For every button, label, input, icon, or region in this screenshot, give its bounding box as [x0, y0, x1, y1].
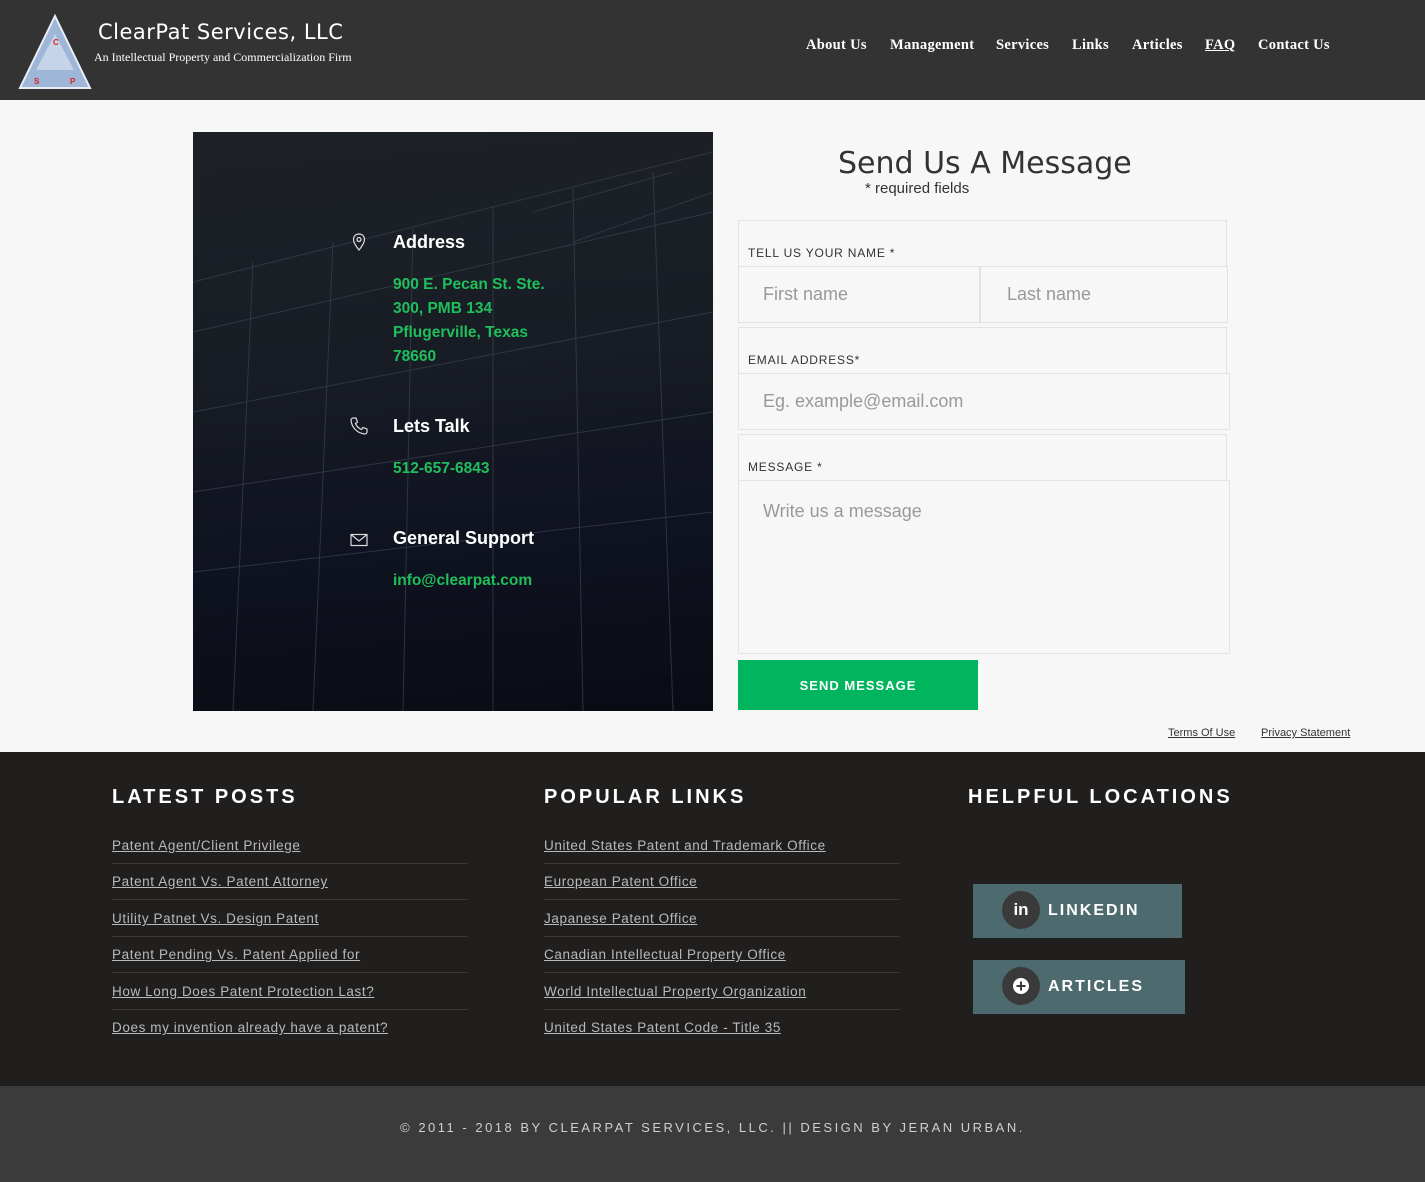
brand-tagline: An Intellectual Property and Commerciali…	[94, 50, 352, 64]
latest-post-link[interactable]: Patent Pending Vs. Patent Applied for	[112, 947, 360, 962]
divider	[544, 972, 900, 973]
helpful-locations-heading: HELPFUL LOCATIONS	[968, 786, 1233, 808]
email-label: EMAIL ADDRESS*	[748, 353, 861, 367]
address-line-4: 78660	[393, 348, 437, 365]
message-label: MESSAGE *	[748, 460, 823, 474]
address-line-3: Pflugerville, Texas	[393, 324, 528, 341]
support-email[interactable]: info@clearpat.com	[393, 569, 532, 593]
email-input[interactable]: Eg. example@email.com	[738, 373, 1230, 430]
latest-post-link[interactable]: Does my invention already have a patent?	[112, 1020, 388, 1035]
latest-posts-heading: LATEST POSTS	[112, 786, 298, 808]
logo-letter-c: C	[53, 38, 59, 47]
logo-letter-s: S	[34, 77, 40, 86]
latest-post-link[interactable]: Utility Patnet Vs. Design Patent	[112, 911, 319, 926]
popular-link[interactable]: World Intellectual Property Organization	[544, 984, 806, 999]
name-label: TELL US YOUR NAME *	[748, 246, 896, 260]
nav-articles[interactable]: Articles	[1132, 37, 1183, 55]
linkedin-icon-text: in	[1013, 900, 1029, 919]
nav-services[interactable]: Services	[996, 37, 1049, 55]
first-name-input[interactable]: First name	[738, 266, 980, 323]
privacy-statement-link[interactable]: Privacy Statement	[1261, 727, 1350, 739]
nav-about-us[interactable]: About Us	[806, 37, 867, 55]
last-name-input[interactable]: Last name	[980, 266, 1228, 323]
address-label: Address	[393, 232, 466, 252]
form-title: Send Us A Message	[838, 146, 1132, 181]
address-line-2: 300, PMB 134	[393, 300, 493, 317]
logo-letter-p: P	[70, 77, 76, 86]
envelope-icon	[350, 533, 368, 547]
popular-link[interactable]: United States Patent and Trademark Offic…	[544, 838, 826, 853]
terms-of-use-link[interactable]: Terms Of Use	[1168, 727, 1235, 739]
latest-post-link[interactable]: How Long Does Patent Protection Last?	[112, 984, 374, 999]
popular-links-heading: POPULAR LINKS	[544, 786, 747, 808]
popular-link[interactable]: Japanese Patent Office	[544, 911, 697, 926]
divider	[544, 863, 900, 864]
divider	[544, 936, 900, 937]
linkedin-button[interactable]: in LINKEDIN	[973, 884, 1182, 938]
linkedin-icon: in	[1002, 891, 1040, 929]
brand-name[interactable]: ClearPat Services, LLC	[98, 20, 343, 44]
plus-circle-icon	[1002, 967, 1040, 1005]
divider	[112, 972, 468, 973]
latest-post-link[interactable]: Patent Agent/Client Privilege	[112, 838, 301, 853]
phone-label: Lets Talk	[393, 416, 470, 436]
divider	[112, 1009, 468, 1010]
phone-number[interactable]: 512-657-6843	[393, 457, 490, 481]
message-textarea[interactable]: Write us a message	[738, 480, 1230, 654]
divider	[112, 863, 468, 864]
divider	[112, 936, 468, 937]
phone-icon	[350, 417, 368, 435]
nav-links[interactable]: Links	[1072, 37, 1109, 55]
site-header: C S P ClearPat Services, LLC An Intellec…	[0, 0, 1425, 100]
linkedin-label: LINKEDIN	[1048, 902, 1140, 919]
address-line-1: 900 E. Pecan St. Ste.	[393, 276, 545, 293]
popular-link[interactable]: European Patent Office	[544, 874, 697, 889]
required-fields-note: * required fields	[865, 180, 970, 197]
divider	[544, 899, 900, 900]
map-pin-icon	[352, 233, 366, 251]
plus-icon	[1013, 978, 1029, 994]
nav-contact-us[interactable]: Contact Us	[1258, 37, 1330, 55]
articles-button[interactable]: ARTICLES	[973, 960, 1185, 1014]
divider	[544, 1009, 900, 1010]
send-message-button[interactable]: SEND MESSAGE	[738, 660, 978, 710]
latest-post-link[interactable]: Patent Agent Vs. Patent Attorney	[112, 874, 328, 889]
copyright-text: © 2011 - 2018 BY CLEARPAT SERVICES, LLC.…	[400, 1120, 1025, 1135]
articles-label: ARTICLES	[1048, 978, 1144, 995]
divider	[112, 899, 468, 900]
nav-management[interactable]: Management	[890, 37, 974, 55]
popular-link[interactable]: Canadian Intellectual Property Office	[544, 947, 786, 962]
support-label: General Support	[393, 528, 535, 548]
logo-icon[interactable]: C S P	[18, 14, 92, 90]
contact-info-card: Address 900 E. Pecan St. Ste. 300, PMB 1…	[193, 132, 713, 711]
nav-faq[interactable]: FAQ	[1205, 37, 1235, 55]
popular-link[interactable]: United States Patent Code - Title 35	[544, 1020, 781, 1035]
